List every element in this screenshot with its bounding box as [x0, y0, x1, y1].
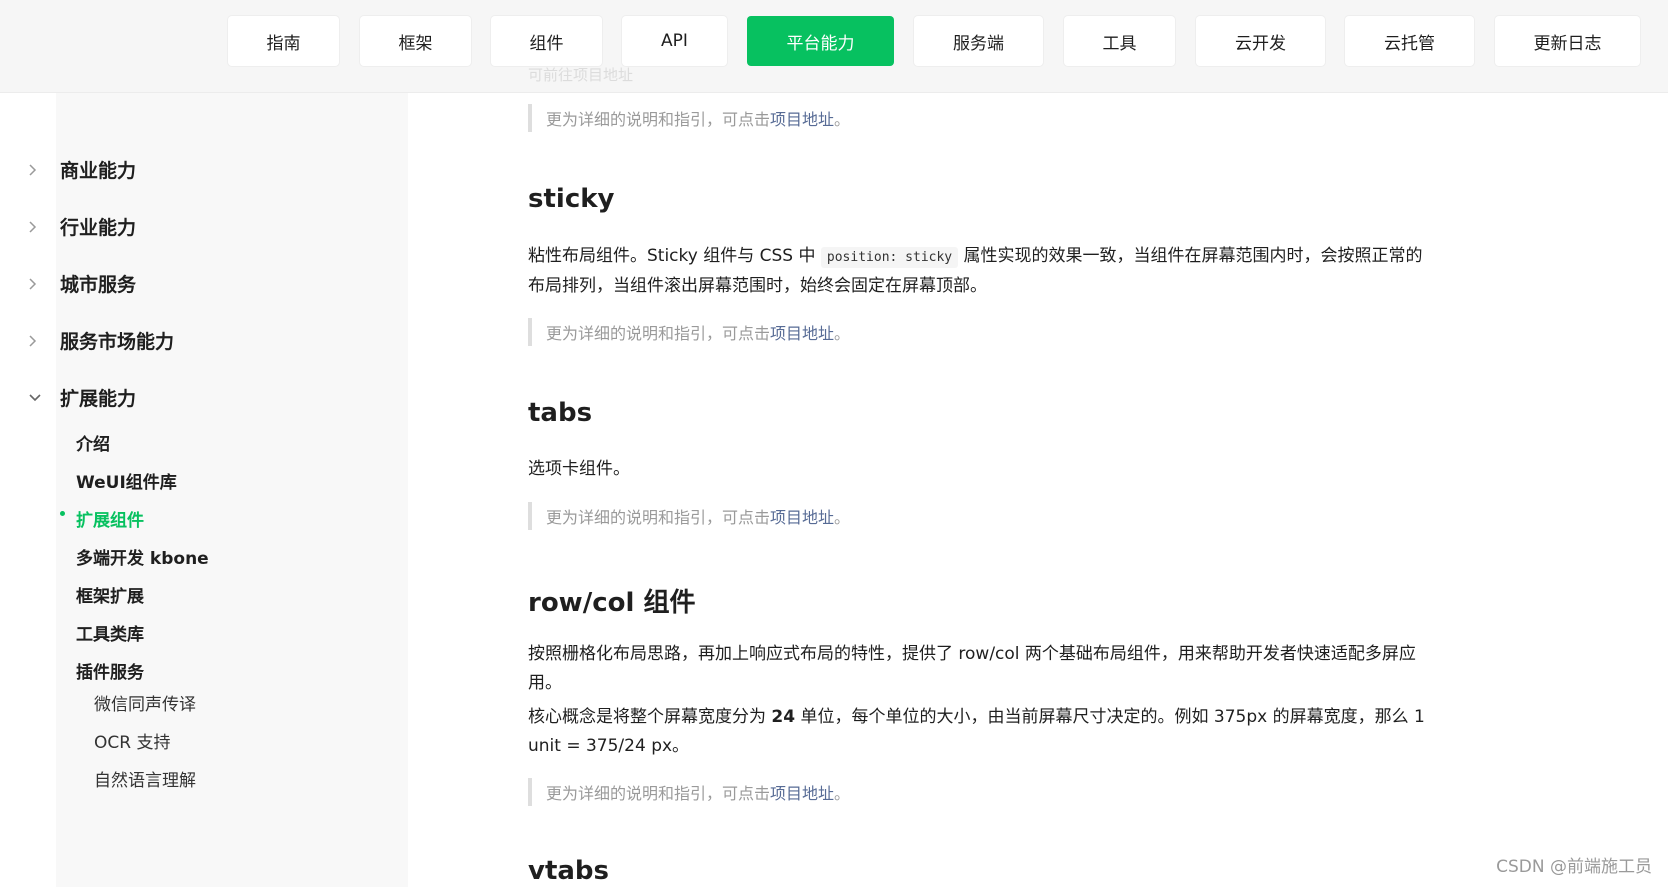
heading-tabs: tabs — [528, 398, 593, 428]
nav-cloud-hosting[interactable]: 云托管 — [1345, 16, 1474, 66]
nav-server[interactable]: 服务端 — [914, 16, 1043, 66]
sidebar-item-framework-extension[interactable]: 框架扩展 — [76, 582, 144, 607]
sidebar-item-translation[interactable]: 微信同声传译 — [94, 690, 196, 715]
inline-code: position: sticky — [820, 247, 959, 268]
sidebar-item-weui[interactable]: WeUI组件库 — [76, 468, 177, 493]
project-link[interactable]: 项目地址 — [770, 504, 834, 528]
sidebar-section-extension[interactable]: 扩展能力 — [28, 384, 136, 411]
project-link[interactable]: 项目地址 — [770, 320, 834, 344]
note-suffix: 。 — [834, 110, 851, 129]
sidebar-item-intro[interactable]: 介绍 — [76, 430, 110, 455]
rowcol-description-1: 按照栅格化布局思路，再加上响应式布局的特性，提供了 row/col 两个基础布局… — [528, 644, 1416, 693]
chevron-right-icon — [28, 277, 60, 291]
note-text: 更为详细的说明和指引，可点击 — [546, 324, 771, 343]
sidebar-item-nlp[interactable]: 自然语言理解 — [94, 766, 196, 791]
heading-sticky: sticky — [528, 184, 615, 214]
note-blockquote: 更为详细的说明和指引，可点击 项目地址。 — [528, 502, 850, 530]
sticky-description: 粘性布局组件。Sticky 组件与 CSS 中 position: sticky… — [528, 242, 1428, 301]
note-blockquote: 更为详细的说明和指引，可点击 项目地址。 — [528, 104, 850, 132]
sidebar-item-tool-library[interactable]: 工具类库 — [76, 620, 144, 645]
tabs-description: 选项卡组件。 — [528, 459, 630, 479]
nav-framework[interactable]: 框架 — [360, 16, 471, 66]
nav-api[interactable]: API — [622, 16, 727, 66]
nav-cloud-dev[interactable]: 云开发 — [1196, 16, 1325, 66]
heading-rowcol: row/col 组件 — [528, 588, 696, 618]
rowcol-bold-24: 24 — [771, 707, 796, 727]
sidebar-section-business[interactable]: 商业能力 — [28, 156, 136, 183]
watermark: CSDN @前端施工员 — [1496, 857, 1652, 877]
scrolled-text: 可前往项目地址 — [528, 66, 634, 84]
heading-vtabs: vtabs — [528, 856, 610, 886]
active-indicator-dot — [60, 511, 65, 516]
note-suffix: 。 — [834, 784, 851, 803]
rowcol-text-a: 核心概念是将整个屏幕宽度分为 — [528, 707, 772, 727]
project-link[interactable]: 项目地址 — [770, 106, 834, 130]
chevron-right-icon — [28, 220, 60, 234]
note-text: 更为详细的说明和指引，可点击 — [546, 784, 771, 803]
nav-tools[interactable]: 工具 — [1064, 16, 1175, 66]
chevron-down-icon — [28, 393, 60, 403]
note-blockquote: 更为详细的说明和指引，可点击 项目地址。 — [528, 778, 850, 806]
project-link[interactable]: 项目地址 — [770, 780, 834, 804]
sidebar-section-city[interactable]: 城市服务 — [28, 270, 136, 297]
sidebar-section-label: 城市服务 — [60, 274, 137, 296]
sidebar-item-plugin-service[interactable]: 插件服务 — [76, 658, 144, 683]
sidebar-section-service-market[interactable]: 服务市场能力 — [28, 327, 174, 354]
rowcol-description-2: 核心概念是将整个屏幕宽度分为 24 单位，每个单位的大小，由当前屏幕尺寸决定的。… — [528, 703, 1428, 761]
sidebar-item-extended-components[interactable]: 扩展组件 — [76, 506, 144, 531]
note-suffix: 。 — [834, 508, 851, 527]
sidebar-section-label: 服务市场能力 — [60, 331, 175, 353]
sidebar-section-label: 扩展能力 — [60, 388, 137, 410]
nav-changelog[interactable]: 更新日志 — [1495, 16, 1640, 66]
nav-guide[interactable]: 指南 — [228, 16, 339, 66]
sidebar-section-industry[interactable]: 行业能力 — [28, 213, 136, 240]
chevron-right-icon — [28, 334, 60, 348]
sidebar-section-label: 行业能力 — [60, 217, 137, 239]
sidebar-item-kbone[interactable]: 多端开发 kbone — [76, 544, 209, 569]
note-suffix: 。 — [834, 324, 851, 343]
top-nav-bar: 可前往项目地址 指南 框架 组件 API 平台能力 服务端 工具 云开发 云托管… — [0, 0, 1668, 93]
note-blockquote: 更为详细的说明和指引，可点击 项目地址。 — [528, 318, 850, 346]
sidebar-section-label: 商业能力 — [60, 160, 137, 182]
note-text: 更为详细的说明和指引，可点击 — [546, 110, 771, 129]
nav-platform-capabilities[interactable]: 平台能力 — [747, 16, 894, 66]
chevron-right-icon — [28, 163, 60, 177]
sidebar-item-ocr[interactable]: OCR 支持 — [94, 728, 170, 753]
note-text: 更为详细的说明和指引，可点击 — [546, 508, 771, 527]
nav-components[interactable]: 组件 — [491, 16, 602, 66]
sticky-text-a: 粘性布局组件。Sticky 组件与 CSS 中 — [528, 246, 821, 266]
